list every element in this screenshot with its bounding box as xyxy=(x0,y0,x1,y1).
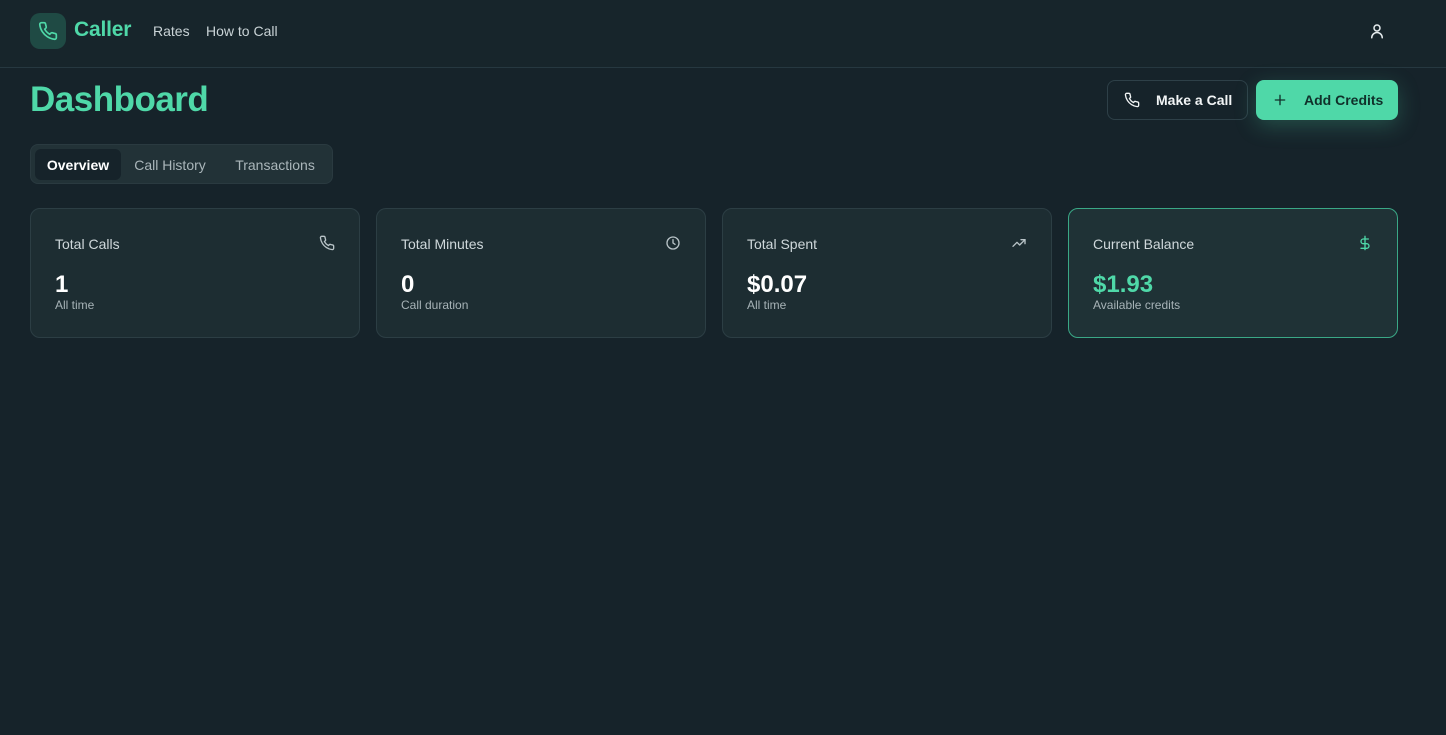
tab-list: Overview Call History Transactions xyxy=(30,144,333,184)
stat-caption: All time xyxy=(747,298,787,312)
top-navbar: Caller Rates How to Call xyxy=(0,0,1446,68)
tab-overview[interactable]: Overview xyxy=(35,149,121,180)
phone-icon xyxy=(319,235,335,251)
stat-value: 0 xyxy=(401,271,415,298)
trending-up-icon xyxy=(1012,239,1026,247)
user-icon[interactable] xyxy=(1368,22,1386,40)
stat-caption: Call duration xyxy=(401,298,469,312)
nav-link-rates[interactable]: Rates xyxy=(153,23,190,39)
page-title: Dashboard xyxy=(30,80,209,119)
make-call-button[interactable]: Make a Call xyxy=(1107,80,1248,120)
clock-icon xyxy=(666,236,680,250)
phone-icon xyxy=(1124,92,1140,108)
stat-label: Current Balance xyxy=(1093,236,1195,252)
stat-value: $1.93 xyxy=(1093,271,1154,298)
brand-name[interactable]: Caller xyxy=(74,18,131,42)
nav-link-how-to-call[interactable]: How to Call xyxy=(206,23,278,39)
stat-value: 1 xyxy=(55,271,69,298)
stat-caption: All time xyxy=(55,298,95,312)
plus-icon xyxy=(1274,94,1286,106)
make-call-label: Make a Call xyxy=(1156,92,1233,108)
stat-value: $0.07 xyxy=(747,271,808,298)
tab-call-history[interactable]: Call History xyxy=(123,149,217,180)
phone-icon xyxy=(38,21,58,41)
stat-card-current-balance: Current Balance $1.93 Available credits xyxy=(1068,208,1398,338)
stat-card-total-calls: Total Calls 1 All time xyxy=(30,208,360,338)
stat-caption: Available credits xyxy=(1093,298,1181,312)
stat-card-total-spent: Total Spent $0.07 All time xyxy=(722,208,1052,338)
stat-card-total-minutes: Total Minutes 0 Call duration xyxy=(376,208,706,338)
dollar-icon xyxy=(1360,235,1370,251)
add-credits-button[interactable]: Add Credits xyxy=(1256,80,1398,120)
stat-label: Total Calls xyxy=(55,236,120,252)
tab-transactions[interactable]: Transactions xyxy=(221,149,329,180)
add-credits-label: Add Credits xyxy=(1304,92,1384,108)
stat-label: Total Minutes xyxy=(401,236,484,252)
stat-label: Total Spent xyxy=(747,236,818,252)
logo[interactable] xyxy=(30,13,66,49)
